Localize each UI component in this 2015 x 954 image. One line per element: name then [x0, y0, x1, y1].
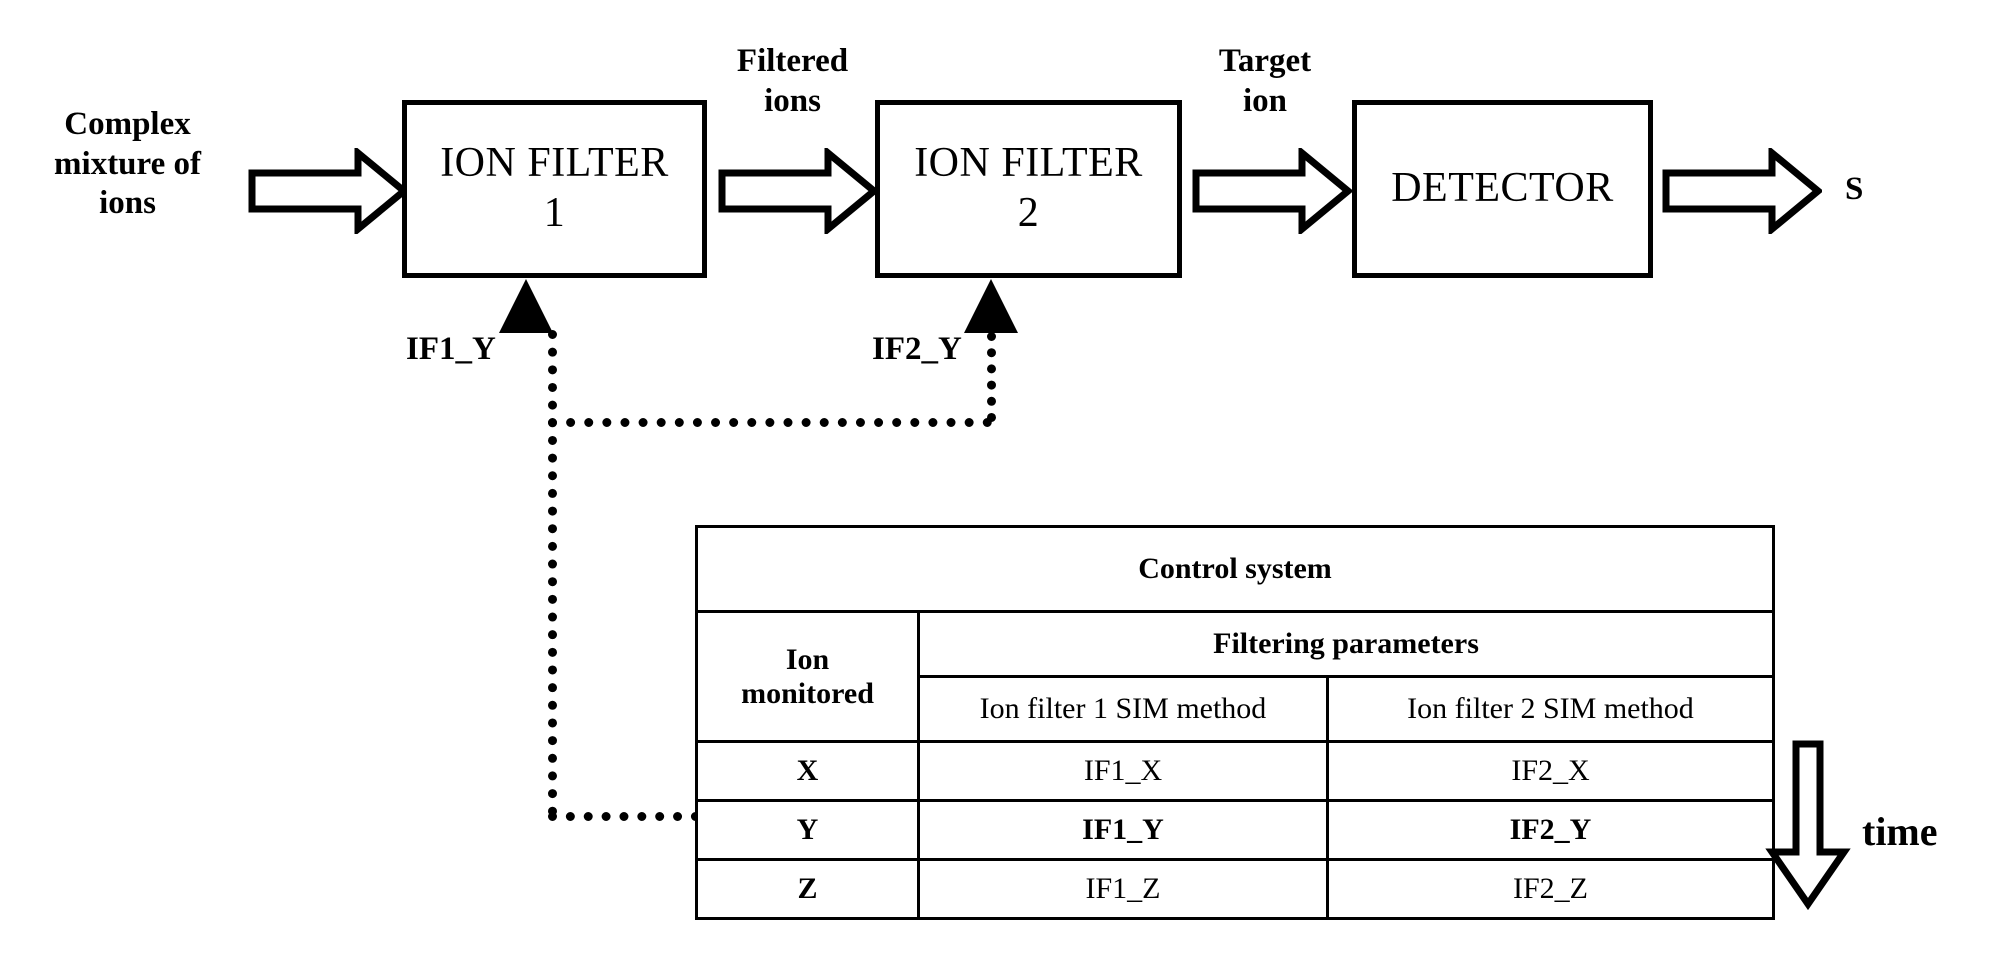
- target-ion-arrow: [1192, 148, 1352, 234]
- row-ion-x: X: [695, 740, 920, 802]
- table-row-highlighted: Y IF1_Y IF2_Y: [695, 799, 1775, 861]
- control-system-table: Control system Ion monitored Filtering p…: [695, 525, 1775, 920]
- feedback-dotted-horizontal-lower: [548, 812, 700, 821]
- filtered-ions-arrow: [718, 148, 878, 234]
- ion-filter-2-line1: ION FILTER: [914, 140, 1143, 187]
- input-flow-label: Complex mixture of ions: [54, 106, 201, 222]
- diagram-canvas: Complex mixture of ions ION FILTER 1 Fil…: [0, 0, 2015, 954]
- table-title-row: Control system: [695, 525, 1775, 613]
- ion-filter-1-box: ION FILTER 1: [402, 100, 707, 278]
- target-ion-label: Target ion: [1218, 43, 1312, 119]
- if1-feedback-label: IF1_Y: [406, 331, 496, 367]
- output-signal-arrow: [1662, 148, 1822, 234]
- table-row: Z IF1_Z IF2_Z: [695, 858, 1775, 920]
- if2-feedback-dotted-vertical: [987, 332, 996, 422]
- row-ion-y: Y: [695, 799, 920, 861]
- control-system-table-wrap: Control system Ion monitored Filtering p…: [695, 525, 1775, 920]
- ion-filter-1-line1: ION FILTER: [440, 140, 669, 187]
- row-x-filter2: IF2_X: [1326, 740, 1775, 802]
- row-z-filter2: IF2_Z: [1326, 858, 1775, 920]
- output-signal-label: S: [1845, 171, 1864, 207]
- control-system-title: Control system: [695, 525, 1775, 613]
- filtered-ions-label: Filtered ions: [736, 43, 849, 119]
- time-label: time: [1862, 809, 1938, 854]
- detector-box: DETECTOR: [1352, 100, 1653, 278]
- row-x-filter1: IF1_X: [917, 740, 1329, 802]
- table-group-header-row: Ion monitored Filtering parameters: [695, 610, 1775, 743]
- row-y-filter1: IF1_Y: [917, 799, 1329, 861]
- if1-feedback-dotted-vertical: [548, 330, 557, 816]
- ion-filter-2-sim-header: Ion filter 2 SIM method: [1326, 675, 1775, 743]
- row-z-filter1: IF1_Z: [917, 858, 1329, 920]
- feedback-dotted-horizontal-upper: [548, 418, 992, 427]
- ion-filter-1-sim-header: Ion filter 1 SIM method: [917, 675, 1329, 743]
- if2-feedback-label: IF2_Y: [872, 331, 962, 367]
- filtering-parameters-header: Filtering parameters: [917, 610, 1775, 678]
- table-row: X IF1_X IF2_X: [695, 740, 1775, 802]
- ion-filter-2-box: ION FILTER 2: [875, 100, 1182, 278]
- detector-line1: DETECTOR: [1391, 165, 1614, 212]
- ion-filter-1-line2: 1: [543, 190, 566, 236]
- input-flow-arrow: [248, 148, 408, 234]
- row-ion-z: Z: [695, 858, 920, 920]
- row-y-filter2: IF2_Y: [1326, 799, 1775, 861]
- ion-filter-2-line2: 2: [1017, 190, 1040, 236]
- ion-monitored-header: Ion monitored: [695, 610, 920, 743]
- time-direction-arrow: [1762, 740, 1854, 915]
